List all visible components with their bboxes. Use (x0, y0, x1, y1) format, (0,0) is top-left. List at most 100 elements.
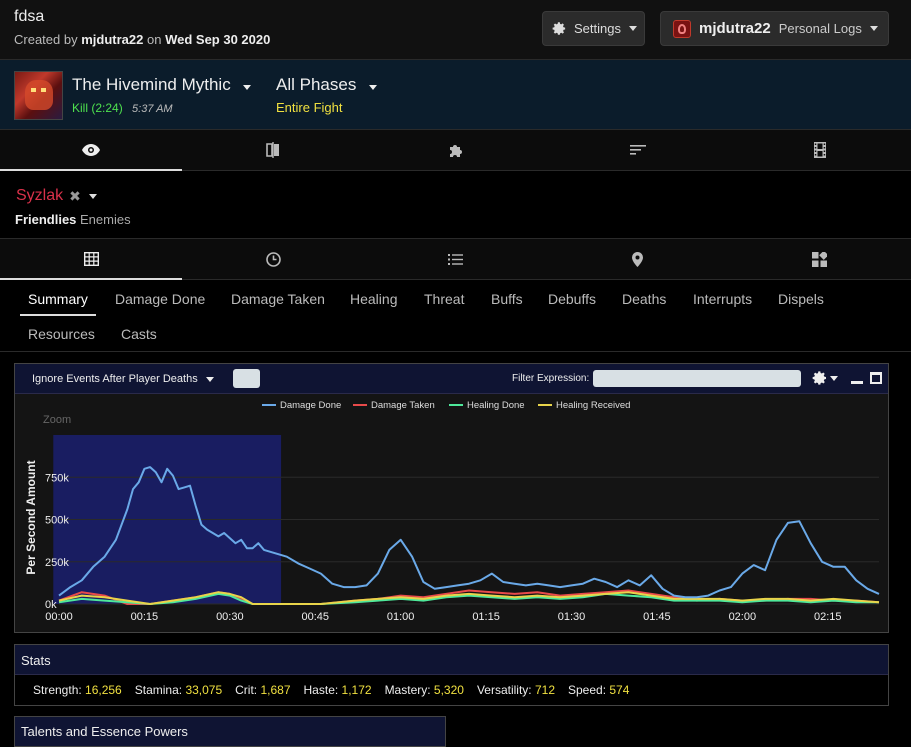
maximize-icon[interactable] (870, 372, 882, 384)
phase-sub[interactable]: Entire Fight (276, 100, 342, 115)
x-tick-label: 01:45 (643, 611, 671, 623)
created-date: Wed Sep 30 2020 (165, 32, 271, 47)
user-menu-button[interactable]: mjdutra22 Personal Logs (660, 11, 889, 46)
tab-damage-taken[interactable]: Damage Taken (231, 291, 325, 307)
tab-widgets[interactable] (729, 239, 911, 279)
sort-icon (629, 145, 646, 155)
tab-film[interactable] (729, 130, 911, 170)
tab-debuffs[interactable]: Debuffs (548, 291, 596, 307)
talents-title: Talents and Essence Powers (14, 716, 446, 747)
stat-value: 1,172 (341, 683, 372, 697)
stat-item: Versatility: 712 (477, 683, 555, 697)
y-axis-label: Per Second Amount (24, 460, 38, 574)
x-tick-label: 00:15 (131, 611, 159, 623)
x-tick-label: 00:45 (301, 611, 329, 623)
gear-icon (812, 371, 826, 385)
created-user[interactable]: mjdutra22 (81, 32, 143, 47)
tab-buffs[interactable]: Buffs (491, 291, 523, 307)
tab-timeline[interactable] (182, 239, 364, 279)
eye-icon (82, 144, 101, 156)
compare-icon (266, 142, 280, 158)
legend-label[interactable]: Damage Taken (371, 400, 435, 411)
tab-resources[interactable]: Resources (28, 326, 95, 342)
report-tabs: Summary Damage Done Damage Taken Healing… (0, 281, 911, 352)
close-icon[interactable]: ✖ (69, 188, 81, 205)
stat-label: Speed: (568, 683, 610, 697)
tab-puzzle[interactable] (364, 130, 546, 170)
stat-item: Stamina: 33,075 (135, 683, 222, 697)
stat-label: Mastery: (384, 683, 434, 697)
created-by-line: Created by mjdutra22 on Wed Sep 30 2020 (14, 32, 270, 47)
actor-name: Syzlak (16, 187, 64, 204)
x-tick-label: 01:30 (558, 611, 586, 623)
x-tick-label: 01:15 (472, 611, 500, 623)
filter-label: Filter Expression: (512, 373, 590, 384)
graph-controls (812, 370, 882, 386)
boss-portrait (14, 71, 63, 120)
graph-toggle[interactable] (233, 369, 260, 388)
actor-section: Syzlak ✖ Friendlies Enemies (0, 171, 911, 239)
boss-name: The Hivemind Mythic (72, 75, 231, 94)
phase-dropdown[interactable]: All Phases (276, 75, 378, 95)
phase-name: All Phases (276, 75, 357, 94)
tab-sort[interactable] (547, 130, 729, 170)
view-tabs (0, 130, 911, 171)
chevron-down-icon (628, 26, 637, 31)
x-tick-label: 02:15 (814, 611, 842, 623)
active-tab-underline (20, 314, 96, 316)
stat-label: Versatility: (476, 683, 535, 697)
stat-label: Crit: (235, 683, 261, 697)
y-tick-label: 500k (45, 515, 69, 527)
chevron-down-icon (869, 26, 878, 31)
stat-value: 33,075 (185, 683, 223, 697)
tab-dispels[interactable]: Dispels (778, 291, 824, 307)
settings-button[interactable]: Settings (542, 11, 645, 46)
tab-compare[interactable] (182, 130, 364, 170)
grid-icon (83, 252, 99, 266)
kill-line: Kill (2:24) 5:37 AM (72, 101, 173, 115)
clock-icon (265, 251, 281, 267)
tab-view[interactable] (0, 130, 183, 171)
fight-bar: The Hivemind Mythic Kill (2:24) 5:37 AM … (0, 60, 911, 130)
ignore-deaths-label: Ignore Events After Player Deaths (32, 373, 198, 385)
tab-healing[interactable]: Healing (350, 291, 397, 307)
stats-panel: Stats Strength: 16,256 Stamina: 33,075 Cri… (14, 644, 889, 706)
minimize-icon[interactable] (851, 380, 863, 384)
map-marker-icon (632, 251, 644, 267)
legend-label[interactable]: Healing Done (467, 400, 525, 411)
tab-damage-done[interactable]: Damage Done (115, 291, 205, 307)
tab-events[interactable] (364, 239, 546, 279)
legend-label[interactable]: Healing Received (556, 400, 630, 411)
y-tick-label: 250k (45, 557, 69, 569)
actor-dropdown[interactable]: Syzlak ✖ (16, 187, 97, 205)
stats-row: Strength: 16,256 Stamina: 33,075 Crit: 1,6… (33, 683, 642, 697)
zoom-label[interactable]: Zoom (43, 414, 71, 426)
gear-icon (552, 22, 566, 35)
filter-expression-input[interactable] (593, 370, 801, 387)
tab-summary[interactable]: Summary (28, 291, 88, 307)
tab-casts[interactable]: Casts (121, 326, 157, 342)
tab-deaths[interactable]: Deaths (622, 291, 666, 307)
tab-table[interactable] (0, 239, 183, 280)
chevron-down-icon (830, 375, 838, 381)
legend-label[interactable]: Damage Done (280, 400, 341, 411)
tab-threat[interactable]: Threat (424, 291, 464, 307)
kill-time: 5:37 AM (132, 103, 173, 115)
created-on: on (146, 32, 162, 47)
tab-interrupts[interactable]: Interrupts (693, 291, 752, 307)
friendlies-toggle[interactable]: Friendlies (15, 212, 76, 227)
enemies-toggle[interactable]: Enemies (80, 212, 131, 227)
stat-value: 1,687 (260, 683, 291, 697)
graph-settings-button[interactable] (812, 370, 838, 386)
kill-result: Kill (2:24) (72, 101, 123, 115)
damage-healing-chart[interactable]: Zoom 0k 250k 500k 750k 00:00 00:15 00:30 00:45 01… (15, 394, 888, 632)
tab-replay[interactable] (547, 239, 729, 279)
film-icon (813, 142, 826, 158)
boss-dropdown[interactable]: The Hivemind Mythic (72, 75, 252, 95)
widgets-icon (812, 251, 828, 267)
report-title: fdsa (14, 8, 45, 25)
report-header: fdsa Created by mjdutra22 on Wed Sep 30 … (0, 0, 911, 60)
personal-logs-label: Personal Logs (778, 21, 862, 36)
graph-toolbar: Ignore Events After Player Deaths Filter… (15, 364, 888, 394)
ignore-deaths-dropdown[interactable]: Ignore Events After Player Deaths (32, 373, 214, 385)
